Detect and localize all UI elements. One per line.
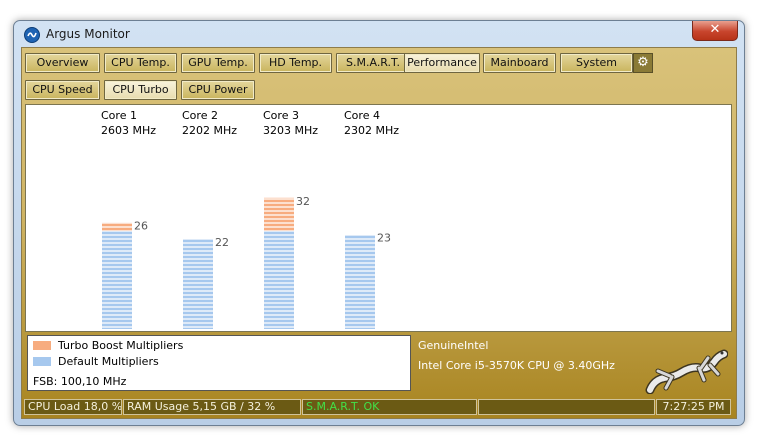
- title-bar[interactable]: Argus Monitor ✕: [14, 21, 744, 47]
- tab-overview[interactable]: Overview: [25, 53, 100, 73]
- tab-cpu-power[interactable]: CPU Power: [181, 80, 255, 100]
- core-freq-label: 2202 MHz: [182, 124, 237, 137]
- tab-gpu-temp[interactable]: GPU Temp.: [181, 53, 255, 73]
- cpu-model: Intel Core i5-3570K CPU @ 3.40GHz: [418, 359, 615, 372]
- turbo-chart: Core 1 2603 MHz 26 Core 2 2202 MHz 22 Core 3 32…: [25, 104, 732, 332]
- status-bar: CPU Load 18,0 % RAM Usage 5,15 GB / 32 %…: [23, 398, 735, 416]
- main-panel: Overview CPU Temp. GPU Temp. HD Temp. S.…: [21, 47, 737, 419]
- tab-system[interactable]: System: [560, 53, 633, 73]
- smart-status: S.M.A.R.T. OK: [302, 399, 477, 415]
- multiplier-value-label: 23: [377, 232, 391, 245]
- gecko-logo: [645, 349, 728, 394]
- core-label: Core 3: [263, 109, 299, 122]
- close-button[interactable]: ✕: [692, 21, 738, 41]
- clock-status: 7:27:25 PM: [656, 399, 731, 415]
- tab-cpu-speed[interactable]: CPU Speed: [25, 80, 100, 100]
- core-label: Core 2: [182, 109, 218, 122]
- legend: Turbo Boost Multipliers Default Multipli…: [27, 335, 411, 391]
- status-empty: [478, 399, 655, 415]
- multiplier-value-label: 32: [296, 195, 310, 208]
- core-freq-label: 2603 MHz: [101, 124, 156, 137]
- default-multiplier-bar: [264, 230, 294, 329]
- tab-cpu-turbo[interactable]: CPU Turbo: [104, 80, 177, 100]
- cpu-vendor: GenuineIntel: [418, 339, 489, 352]
- tab-smart[interactable]: S.M.A.R.T.: [336, 53, 410, 73]
- turbo-swatch: [33, 341, 51, 350]
- multiplier-value-label: 26: [134, 219, 148, 232]
- tab-performance[interactable]: Performance: [404, 53, 480, 73]
- legend-default-label: Default Multipliers: [58, 355, 159, 368]
- core-label: Core 1: [101, 109, 137, 122]
- window-title: Argus Monitor: [46, 27, 130, 41]
- gear-icon[interactable]: ⚙: [633, 53, 653, 73]
- turbo-chart-svg: Core 1 2603 MHz 26 Core 2 2202 MHz 22 Core 3 32…: [101, 109, 399, 329]
- core-label: Core 4: [344, 109, 380, 122]
- multiplier-value-label: 22: [215, 236, 229, 249]
- tab-cpu-temp[interactable]: CPU Temp.: [104, 53, 177, 73]
- core-freq-label: 2302 MHz: [344, 124, 399, 137]
- default-swatch: [33, 357, 51, 366]
- fsb-label: FSB: 100,10 MHz: [33, 375, 127, 388]
- tab-mainboard[interactable]: Mainboard: [483, 53, 556, 73]
- tab-hd-temp[interactable]: HD Temp.: [259, 53, 332, 73]
- ram-usage-status: RAM Usage 5,15 GB / 32 %: [123, 399, 301, 415]
- core-freq-label: 3203 MHz: [263, 124, 318, 137]
- cpu-load-status: CPU Load 18,0 %: [24, 399, 122, 415]
- legend-turbo-label: Turbo Boost Multipliers: [58, 339, 184, 352]
- argus-logo-icon: [24, 27, 40, 43]
- app-window: Argus Monitor ✕ Overview CPU Temp. GPU T…: [13, 20, 745, 426]
- default-multiplier-bar: [102, 230, 132, 329]
